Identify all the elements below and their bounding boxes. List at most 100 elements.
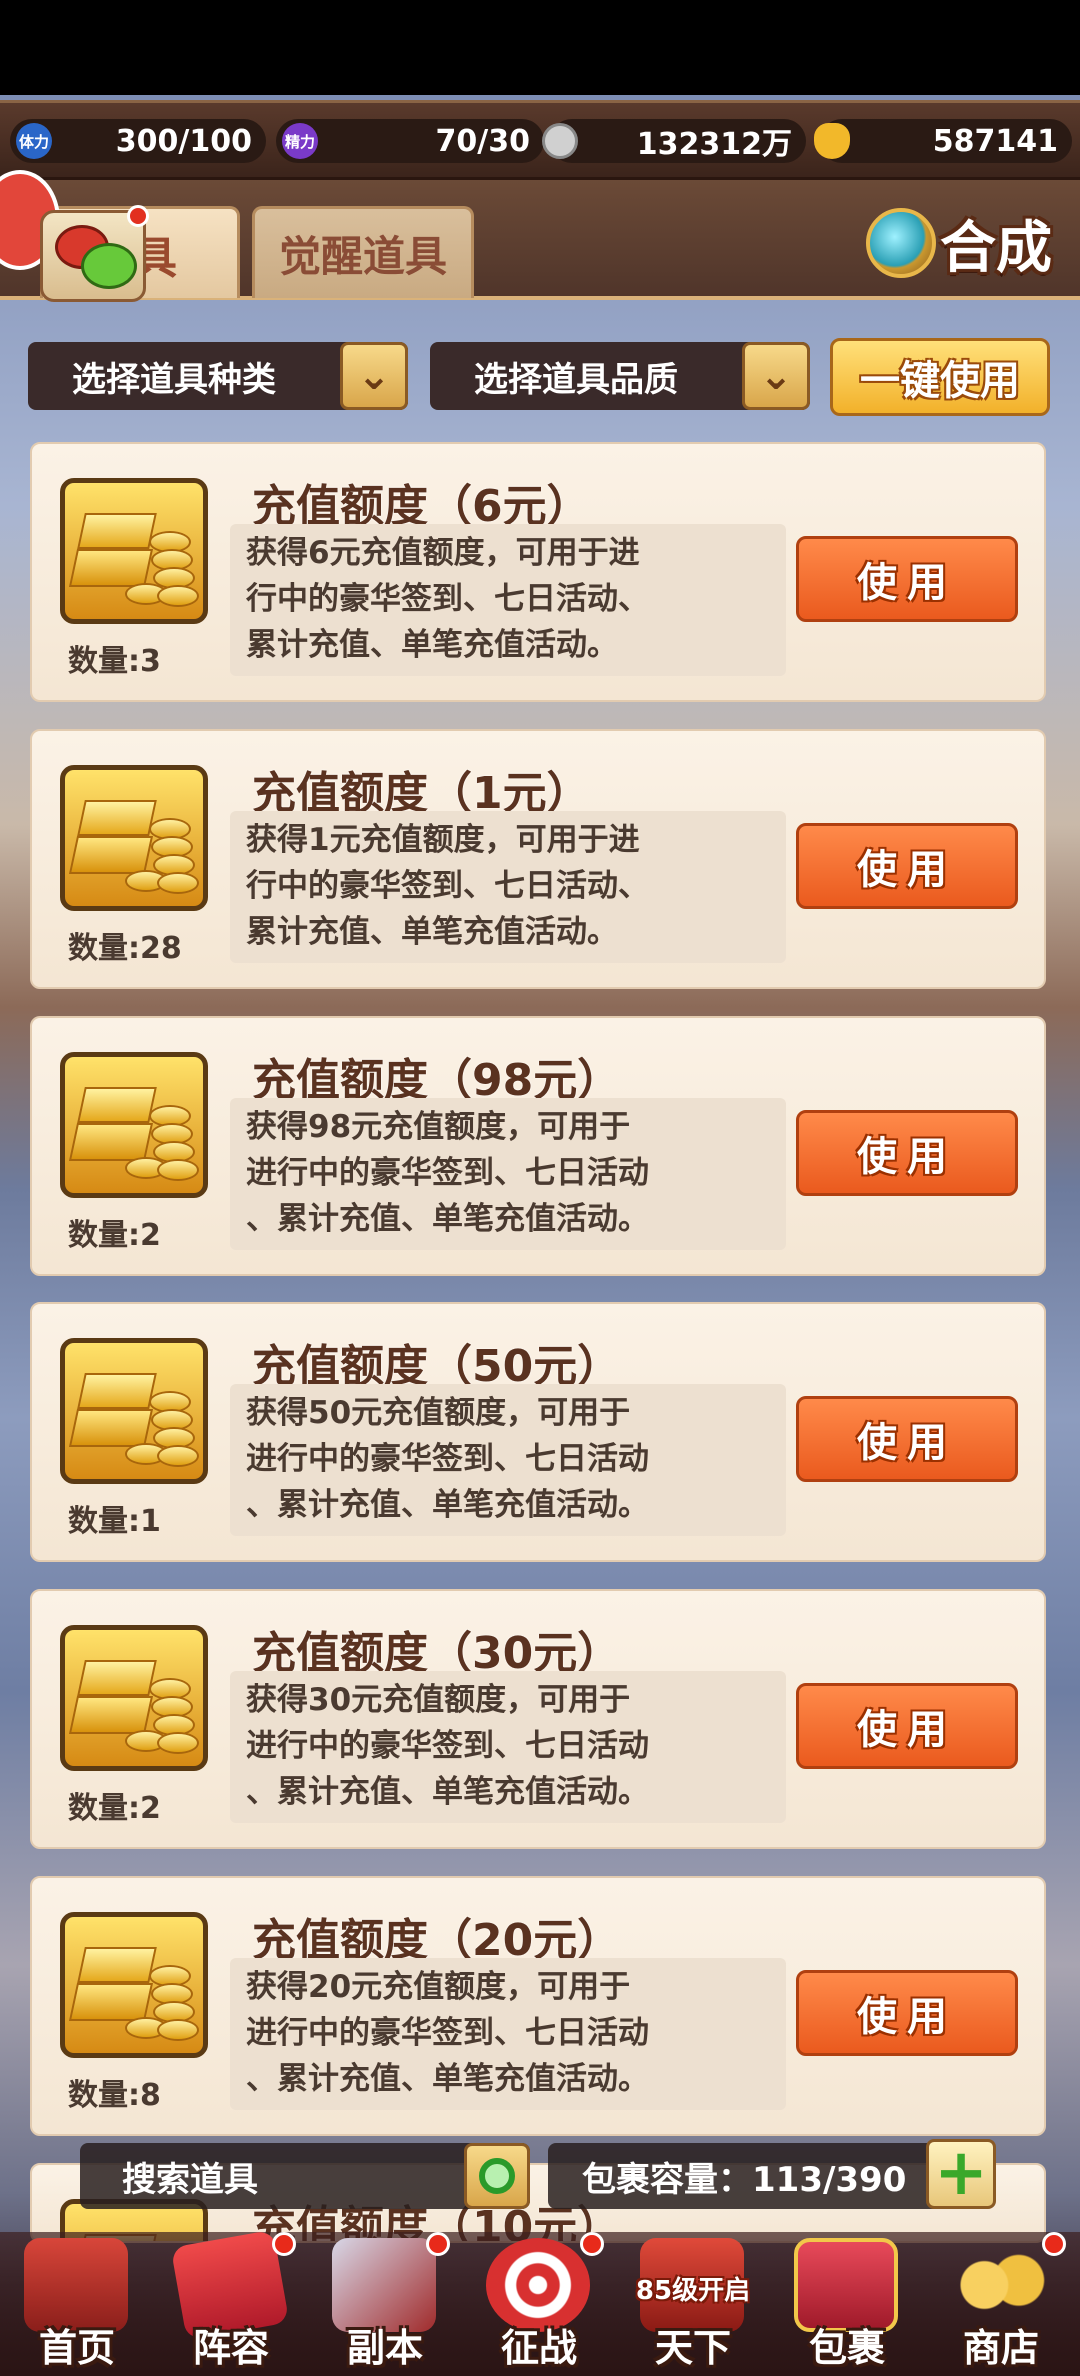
item-quantity: 数量:2 — [68, 1218, 161, 1253]
notification-dot — [1042, 2232, 1066, 2256]
search-placeholder: 搜索道具 — [122, 2159, 258, 2200]
item-description: 获得6元充值额度，可用于进 行中的豪华签到、七日活动、 累计充值、单笔充值活动。 — [230, 524, 786, 676]
copper-value: 132312万 — [636, 127, 792, 162]
item-card: 充值额度（1元） 获得1元充值额度，可用于进 行中的豪华签到、七日活动、 累计充值、单… — [30, 729, 1046, 989]
item-quantity: 数量:28 — [68, 931, 182, 966]
chevron-down-icon: ⌄ — [742, 342, 810, 410]
synth-button[interactable]: 合成 — [866, 202, 1052, 284]
nav-lineup-label: 阵容 — [192, 2326, 269, 2370]
tab-awaken-items[interactable]: 觉醒道具 — [252, 206, 474, 298]
nav-home-label: 首页 — [38, 2326, 115, 2370]
search-input[interactable]: 搜索道具 — [80, 2143, 530, 2209]
item-quantity: 数量:3 — [68, 644, 161, 679]
nav-dungeon[interactable]: 副本 — [310, 2232, 460, 2376]
nav-world-unlock-banner: 85级开启 — [635, 2276, 751, 2306]
expand-capacity-button[interactable]: + — [926, 2139, 996, 2209]
search-button[interactable] — [464, 2143, 530, 2209]
use-button[interactable]: 使用 — [796, 823, 1018, 909]
nav-home[interactable]: 首页 — [2, 2232, 152, 2376]
item-description-line: 累计充值、单笔充值活动。 — [246, 914, 618, 950]
item-description-line: 行中的豪华签到、七日活动、 — [246, 581, 649, 617]
use-button[interactable]: 使用 — [796, 536, 1018, 622]
item-description-line: 、累计充值、单笔充值活动。 — [246, 1487, 649, 1523]
item-description-line: 获得98元充值额度，可用于 — [246, 1109, 631, 1145]
copper-coin-icon — [542, 123, 578, 159]
item-description-line: 、累计充值、单笔充值活动。 — [246, 2061, 649, 2097]
nav-world[interactable]: 85级开启 天下 — [618, 2232, 768, 2376]
bottom-nav: 首页 阵容 副本 征战 85级开启 天下 包裹 商店 — [0, 2229, 1080, 2376]
notification-dot — [580, 2232, 604, 2256]
use-button[interactable]: 使用 — [796, 1970, 1018, 2056]
gold-ingot-icon — [814, 123, 850, 159]
item-quantity: 数量:8 — [68, 2078, 161, 2113]
nav-campaign[interactable]: 征战 — [464, 2232, 614, 2376]
item-description-line: 获得1元充值额度，可用于进 — [246, 822, 640, 858]
item-quality-dropdown[interactable]: 选择道具品质 ⌄ — [430, 342, 810, 410]
item-description-line: 、累计充值、单笔充值活动。 — [246, 1201, 649, 1237]
nav-bag-label: 包裹 — [808, 2326, 885, 2370]
use-button[interactable]: 使用 — [796, 1110, 1018, 1196]
item-description-line: 获得20元充值额度，可用于 — [246, 1969, 631, 2005]
gold-bars-icon[interactable] — [60, 765, 208, 911]
resource-bar: 体力 300/100 精力 70/30 132312万 587141 — [0, 100, 1080, 180]
stamina-counter: 体力 300/100 — [10, 119, 266, 163]
synth-gem-icon — [866, 208, 936, 278]
item-card: 充值额度（20元） 获得20元充值额度，可用于 进行中的豪华签到、七日活动 、累计充值… — [30, 1876, 1046, 2136]
use-button[interactable]: 使用 — [796, 1683, 1018, 1769]
gold-bars-icon[interactable] — [60, 478, 208, 624]
gold-bars-icon[interactable] — [60, 1912, 208, 2058]
gold-bars-icon[interactable] — [60, 1625, 208, 1771]
item-quantity: 数量:2 — [68, 1791, 161, 1826]
item-card: 充值额度（30元） 获得30元充值额度，可用于 进行中的豪华签到、七日活动 、累计充值… — [30, 1589, 1046, 1849]
notification-dot — [127, 205, 149, 227]
nav-shop[interactable]: 商店 — [926, 2232, 1076, 2376]
nav-dungeon-label: 副本 — [346, 2326, 423, 2370]
item-card: 充值额度（50元） 获得50元充值额度，可用于 进行中的豪华签到、七日活动 、累计充值… — [30, 1302, 1046, 1562]
gold-bars-icon[interactable] — [60, 1338, 208, 1484]
nav-campaign-label: 征战 — [500, 2326, 577, 2370]
item-description: 获得98元充值额度，可用于 进行中的豪华签到、七日活动 、累计充值、单笔充值活动。 — [230, 1098, 786, 1250]
energy-counter: 精力 70/30 — [276, 119, 544, 163]
item-description-line: 行中的豪华签到、七日活动、 — [246, 868, 649, 904]
item-quality-label: 选择道具品质 — [474, 359, 678, 400]
item-card: 充值额度（6元） 获得6元充值额度，可用于进 行中的豪华签到、七日活动、 累计充值、单… — [30, 442, 1046, 702]
item-description-line: 获得50元充值额度，可用于 — [246, 1395, 631, 1431]
search-icon — [479, 2158, 515, 2194]
item-description: 获得30元充值额度，可用于 进行中的豪华签到、七日活动 、累计充值、单笔充值活动。 — [230, 1671, 786, 1823]
one-key-use-button[interactable]: 一键使用 — [830, 338, 1050, 416]
nav-shop-label: 商店 — [962, 2326, 1039, 2370]
use-button[interactable]: 使用 — [796, 1396, 1018, 1482]
item-description: 获得50元充值额度，可用于 进行中的豪华签到、七日活动 、累计充值、单笔充值活动。 — [230, 1384, 786, 1536]
item-description-line: 进行中的豪华签到、七日活动 — [246, 1441, 649, 1477]
nav-world-label: 天下 — [654, 2326, 731, 2370]
one-key-use-label: 一键使用 — [860, 358, 1020, 404]
chat-bubble-green-icon — [81, 243, 137, 289]
notification-dot — [426, 2232, 450, 2256]
bag-capacity: 包裹容量：113/390 + — [548, 2139, 996, 2209]
notification-dot — [272, 2232, 296, 2256]
gold-bars-icon[interactable] — [60, 1052, 208, 1198]
ingot-value: 587141 — [932, 123, 1058, 159]
item-type-dropdown[interactable]: 选择道具种类 ⌄ — [28, 342, 408, 410]
chevron-down-icon: ⌄ — [340, 342, 408, 410]
synth-label: 合成 — [940, 215, 1052, 281]
energy-icon: 精力 — [282, 123, 318, 159]
tab-awaken-label: 觉醒道具 — [278, 232, 447, 281]
item-description: 获得20元充值额度，可用于 进行中的豪华签到、七日活动 、累计充值、单笔充值活动。 — [230, 1958, 786, 2110]
item-description-line: 获得30元充值额度，可用于 — [246, 1682, 631, 1718]
item-description-line: 进行中的豪华签到、七日活动 — [246, 1728, 649, 1764]
ingot-counter: 587141 — [814, 119, 1072, 163]
item-description-line: 进行中的豪华签到、七日活动 — [246, 2015, 649, 2051]
stamina-value: 300/100 — [115, 123, 252, 159]
nav-bag[interactable]: 包裹 — [772, 2232, 922, 2376]
item-type-label: 选择道具种类 — [72, 359, 276, 400]
stamina-icon: 体力 — [16, 123, 52, 159]
tab-row: 具 觉醒道具 合成 — [0, 180, 1080, 300]
item-description-line: 进行中的豪华签到、七日活动 — [246, 1155, 649, 1191]
item-quantity: 数量:1 — [68, 1504, 161, 1539]
item-description-line: 累计充值、单笔充值活动。 — [246, 627, 618, 663]
nav-lineup[interactable]: 阵容 — [156, 2229, 306, 2376]
copper-counter: 132312万 — [542, 119, 806, 163]
item-description-line: 、累计充值、单笔充值活动。 — [246, 1774, 649, 1810]
chat-button[interactable] — [40, 205, 149, 302]
